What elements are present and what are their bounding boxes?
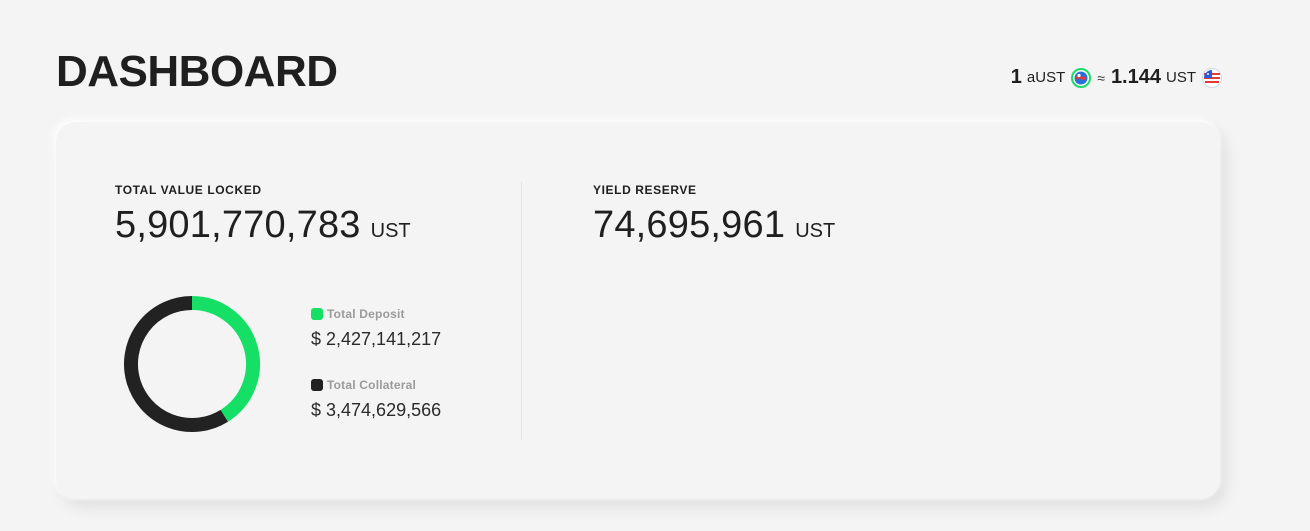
tvl-unit: UST <box>370 220 411 242</box>
rate-right-unit: UST <box>1166 69 1196 86</box>
ust-token-icon <box>1202 67 1222 88</box>
deposit-label: Total Deposit <box>327 307 405 321</box>
tvl-value-row: 5,901,770,783 UST <box>115 204 411 247</box>
yield-reserve-unit: UST <box>795 220 836 242</box>
collateral-label: Total Collateral <box>327 378 416 392</box>
collateral-value: $ 3,474,629,566 <box>311 400 442 420</box>
yield-reserve-value: 74,695,961 <box>593 204 786 246</box>
tvl-label: TOTAL VALUE LOCKED <box>115 183 262 197</box>
legend-collateral: Total Collateral $ 3,474,629,566 <box>311 378 441 421</box>
approx-symbol: ≈ <box>1097 69 1105 86</box>
rate-left-amount: 1 <box>1010 66 1022 88</box>
yield-reserve-label: YIELD RESERVE <box>593 183 697 197</box>
exchange-rate: 1 aUST ≈ 1.144 UST <box>1011 66 1222 89</box>
tvl-value: 5,901,770,783 <box>115 204 361 246</box>
yield-reserve-value-row: 74,695,961 UST <box>593 204 835 247</box>
tvl-donut-chart <box>124 296 260 432</box>
aust-token-icon <box>1071 67 1092 88</box>
deposit-arc <box>191 296 260 422</box>
rate-right-amount: 1.144 <box>1110 66 1161 88</box>
collateral-arc <box>124 296 228 432</box>
rate-left-unit: aUST <box>1026 69 1066 86</box>
section-divider <box>521 182 522 440</box>
deposit-value: $ 2,427,141,217 <box>311 329 442 349</box>
page-title: DASHBOARD <box>56 47 338 96</box>
deposit-swatch <box>311 308 323 320</box>
dashboard-page: DASHBOARD 1 aUST ≈ 1.144 UST TOTAL VALUE… <box>0 0 1310 531</box>
legend-deposit: Total Deposit $ 2,427,141,217 <box>311 307 441 350</box>
collateral-swatch <box>311 379 323 391</box>
overview-card: TOTAL VALUE LOCKED 5,901,770,783 UST Tot… <box>56 122 1220 499</box>
